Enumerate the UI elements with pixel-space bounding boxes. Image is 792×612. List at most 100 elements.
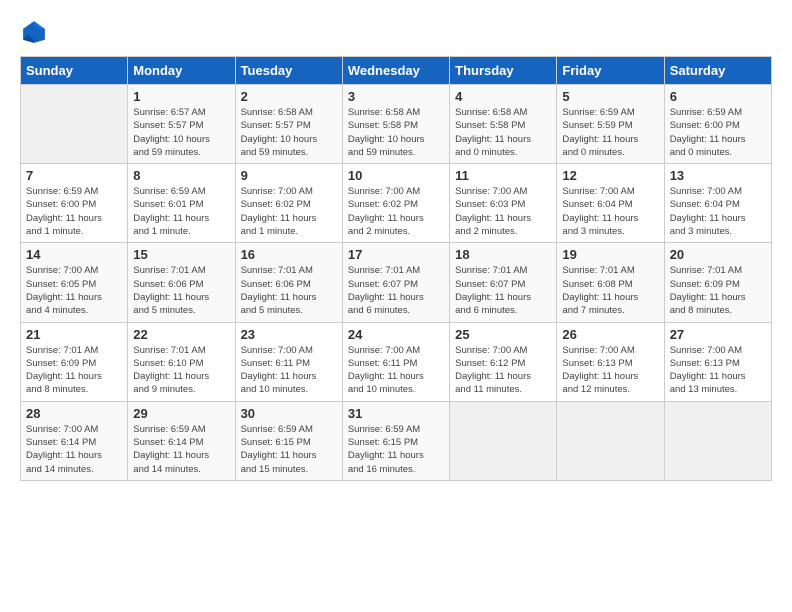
week-row-4: 21Sunrise: 7:01 AM Sunset: 6:09 PM Dayli… [21, 322, 772, 401]
calendar-cell: 27 Sunrise: 7:00 AM Sunset: 6:13 PM Dayli… [664, 322, 771, 401]
day-info: Sunrise: 7:00 AM Sunset: 6:04 PM Dayligh… [670, 185, 766, 238]
page: SundayMondayTuesdayWednesdayThursdayFrid… [0, 0, 792, 491]
day-number: 2 [241, 89, 337, 104]
day-number: 29 [133, 406, 229, 421]
calendar-cell: 24 Sunrise: 7:00 AM Sunset: 6:11 PM Dayli… [342, 322, 449, 401]
calendar-cell: 21Sunrise: 7:01 AM Sunset: 6:09 PM Dayli… [21, 322, 128, 401]
week-row-2: 7 Sunrise: 6:59 AM Sunset: 6:00 PM Daylig… [21, 164, 772, 243]
day-number: 8 [133, 168, 229, 183]
day-info: Sunrise: 6:57 AM Sunset: 5:57 PM Dayligh… [133, 106, 229, 159]
calendar-cell [21, 85, 128, 164]
calendar-cell: 8 Sunrise: 6:59 AM Sunset: 6:01 PM Daylig… [128, 164, 235, 243]
day-number: 27 [670, 327, 766, 342]
calendar-cell: 11Sunrise: 7:00 AM Sunset: 6:03 PM Dayli… [450, 164, 557, 243]
day-number: 15 [133, 247, 229, 262]
day-info: Sunrise: 6:59 AM Sunset: 6:00 PM Dayligh… [26, 185, 122, 238]
calendar-cell [664, 401, 771, 480]
day-header-wednesday: Wednesday [342, 57, 449, 85]
day-number: 19 [562, 247, 658, 262]
day-header-friday: Friday [557, 57, 664, 85]
week-row-3: 14Sunrise: 7:00 AM Sunset: 6:05 PM Dayli… [21, 243, 772, 322]
header [20, 18, 772, 46]
calendar-cell: 12 Sunrise: 7:00 AM Sunset: 6:04 PM Dayli… [557, 164, 664, 243]
calendar-cell: 30Sunrise: 6:59 AM Sunset: 6:15 PM Dayli… [235, 401, 342, 480]
day-info: Sunrise: 7:01 AM Sunset: 6:10 PM Dayligh… [133, 344, 229, 397]
calendar-cell: 6 Sunrise: 6:59 AM Sunset: 6:00 PM Daylig… [664, 85, 771, 164]
calendar-cell: 3 Sunrise: 6:58 AM Sunset: 5:58 PM Daylig… [342, 85, 449, 164]
day-number: 3 [348, 89, 444, 104]
day-info: Sunrise: 7:00 AM Sunset: 6:05 PM Dayligh… [26, 264, 122, 317]
day-number: 24 [348, 327, 444, 342]
day-info: Sunrise: 7:00 AM Sunset: 6:13 PM Dayligh… [670, 344, 766, 397]
calendar-table: SundayMondayTuesdayWednesdayThursdayFrid… [20, 56, 772, 481]
calendar-cell: 5Sunrise: 6:59 AM Sunset: 5:59 PM Daylig… [557, 85, 664, 164]
day-info: Sunrise: 7:00 AM Sunset: 6:02 PM Dayligh… [348, 185, 444, 238]
day-header-tuesday: Tuesday [235, 57, 342, 85]
day-info: Sunrise: 7:01 AM Sunset: 6:06 PM Dayligh… [133, 264, 229, 317]
day-number: 20 [670, 247, 766, 262]
day-number: 31 [348, 406, 444, 421]
day-info: Sunrise: 6:59 AM Sunset: 6:01 PM Dayligh… [133, 185, 229, 238]
day-info: Sunrise: 7:00 AM Sunset: 6:02 PM Dayligh… [241, 185, 337, 238]
calendar-cell: 16 Sunrise: 7:01 AM Sunset: 6:06 PM Dayli… [235, 243, 342, 322]
calendar-cell: 15 Sunrise: 7:01 AM Sunset: 6:06 PM Dayli… [128, 243, 235, 322]
week-row-5: 28Sunrise: 7:00 AM Sunset: 6:14 PM Dayli… [21, 401, 772, 480]
calendar-cell: 14Sunrise: 7:00 AM Sunset: 6:05 PM Dayli… [21, 243, 128, 322]
calendar-cell: 9Sunrise: 7:00 AM Sunset: 6:02 PM Daylig… [235, 164, 342, 243]
day-info: Sunrise: 6:59 AM Sunset: 6:15 PM Dayligh… [348, 423, 444, 476]
day-number: 18 [455, 247, 551, 262]
day-number: 13 [670, 168, 766, 183]
day-info: Sunrise: 6:59 AM Sunset: 6:14 PM Dayligh… [133, 423, 229, 476]
calendar-cell: 17Sunrise: 7:01 AM Sunset: 6:07 PM Dayli… [342, 243, 449, 322]
day-number: 10 [348, 168, 444, 183]
day-info: Sunrise: 7:00 AM Sunset: 6:04 PM Dayligh… [562, 185, 658, 238]
day-info: Sunrise: 7:01 AM Sunset: 6:06 PM Dayligh… [241, 264, 337, 317]
day-info: Sunrise: 7:01 AM Sunset: 6:07 PM Dayligh… [455, 264, 551, 317]
day-number: 6 [670, 89, 766, 104]
day-header-monday: Monday [128, 57, 235, 85]
day-number: 5 [562, 89, 658, 104]
day-number: 1 [133, 89, 229, 104]
header-row: SundayMondayTuesdayWednesdayThursdayFrid… [21, 57, 772, 85]
calendar-cell: 2 Sunrise: 6:58 AM Sunset: 5:57 PM Daylig… [235, 85, 342, 164]
day-info: Sunrise: 7:00 AM Sunset: 6:14 PM Dayligh… [26, 423, 122, 476]
logo [20, 18, 52, 46]
day-number: 26 [562, 327, 658, 342]
day-number: 22 [133, 327, 229, 342]
day-number: 25 [455, 327, 551, 342]
day-header-thursday: Thursday [450, 57, 557, 85]
calendar-cell: 1 Sunrise: 6:57 AM Sunset: 5:57 PM Daylig… [128, 85, 235, 164]
day-info: Sunrise: 7:00 AM Sunset: 6:11 PM Dayligh… [348, 344, 444, 397]
calendar-cell: 31 Sunrise: 6:59 AM Sunset: 6:15 PM Dayli… [342, 401, 449, 480]
day-info: Sunrise: 7:01 AM Sunset: 6:07 PM Dayligh… [348, 264, 444, 317]
calendar-cell: 22 Sunrise: 7:01 AM Sunset: 6:10 PM Dayli… [128, 322, 235, 401]
calendar-cell: 10 Sunrise: 7:00 AM Sunset: 6:02 PM Dayli… [342, 164, 449, 243]
day-info: Sunrise: 6:58 AM Sunset: 5:58 PM Dayligh… [455, 106, 551, 159]
calendar-cell [450, 401, 557, 480]
calendar-cell: 18 Sunrise: 7:01 AM Sunset: 6:07 PM Dayli… [450, 243, 557, 322]
day-info: Sunrise: 7:01 AM Sunset: 6:08 PM Dayligh… [562, 264, 658, 317]
day-number: 16 [241, 247, 337, 262]
week-row-1: 1 Sunrise: 6:57 AM Sunset: 5:57 PM Daylig… [21, 85, 772, 164]
logo-icon [20, 18, 48, 46]
day-number: 23 [241, 327, 337, 342]
day-info: Sunrise: 7:01 AM Sunset: 6:09 PM Dayligh… [26, 344, 122, 397]
day-info: Sunrise: 7:00 AM Sunset: 6:11 PM Dayligh… [241, 344, 337, 397]
day-number: 12 [562, 168, 658, 183]
day-info: Sunrise: 6:59 AM Sunset: 6:00 PM Dayligh… [670, 106, 766, 159]
calendar-cell: 23 Sunrise: 7:00 AM Sunset: 6:11 PM Dayli… [235, 322, 342, 401]
day-info: Sunrise: 6:58 AM Sunset: 5:58 PM Dayligh… [348, 106, 444, 159]
day-number: 4 [455, 89, 551, 104]
day-header-sunday: Sunday [21, 57, 128, 85]
calendar-cell: 7 Sunrise: 6:59 AM Sunset: 6:00 PM Daylig… [21, 164, 128, 243]
day-info: Sunrise: 6:58 AM Sunset: 5:57 PM Dayligh… [241, 106, 337, 159]
calendar-cell: 29 Sunrise: 6:59 AM Sunset: 6:14 PM Dayli… [128, 401, 235, 480]
calendar-cell: 26 Sunrise: 7:00 AM Sunset: 6:13 PM Dayli… [557, 322, 664, 401]
day-info: Sunrise: 7:01 AM Sunset: 6:09 PM Dayligh… [670, 264, 766, 317]
day-number: 7 [26, 168, 122, 183]
calendar-cell: 20 Sunrise: 7:01 AM Sunset: 6:09 PM Dayli… [664, 243, 771, 322]
day-info: Sunrise: 7:00 AM Sunset: 6:13 PM Dayligh… [562, 344, 658, 397]
calendar-cell: 19 Sunrise: 7:01 AM Sunset: 6:08 PM Dayli… [557, 243, 664, 322]
calendar-cell: 28Sunrise: 7:00 AM Sunset: 6:14 PM Dayli… [21, 401, 128, 480]
day-number: 30 [241, 406, 337, 421]
